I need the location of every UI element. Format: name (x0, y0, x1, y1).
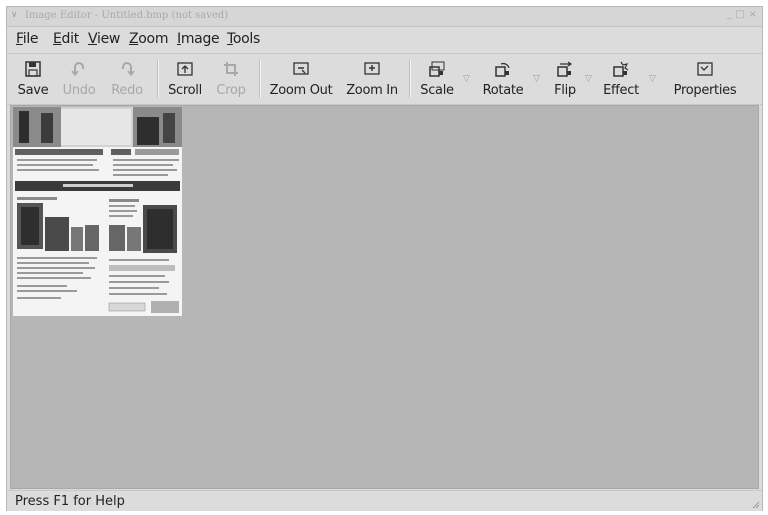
undo-label: Undo (62, 83, 96, 98)
scroll-icon (174, 58, 196, 80)
window-menu-icon[interactable]: ∨ (11, 10, 18, 20)
menu-file[interactable]: File (16, 31, 39, 47)
undo-button[interactable]: Undo (59, 56, 99, 102)
rotate-dropdown-arrow-icon[interactable]: ▽ (533, 74, 540, 84)
menu-bar: File Edit View Zoom Image Tools (7, 27, 762, 51)
undo-icon (68, 58, 90, 80)
menu-zoom-label: oom (138, 31, 169, 47)
menu-file-label: ile (22, 31, 39, 47)
zoom-out-icon (290, 58, 312, 80)
crop-label: Crop (216, 83, 246, 98)
flip-dropdown-arrow-icon[interactable]: ▽ (585, 74, 592, 84)
effect-label: Effect (603, 83, 639, 98)
redo-button[interactable]: Redo (105, 56, 149, 102)
menu-edit-label: dit (61, 31, 80, 47)
image-canvas[interactable] (10, 105, 759, 489)
scale-icon (426, 58, 448, 80)
effect-button[interactable]: Effect (597, 56, 645, 102)
status-bar: Press F1 for Help (7, 490, 762, 511)
image-editor-window: ∨ Image Editor - Untitled.bmp (not saved… (6, 6, 763, 511)
crop-button[interactable]: Crop (211, 56, 251, 102)
document-thumbnail-image (13, 107, 182, 316)
menu-view[interactable]: View (88, 31, 120, 47)
close-button[interactable]: × (749, 9, 757, 20)
redo-icon (116, 58, 138, 80)
properties-button[interactable]: Properties (667, 56, 743, 102)
rotate-icon (492, 58, 514, 80)
scroll-label: Scroll (168, 83, 202, 98)
menu-tools[interactable]: Tools (227, 31, 260, 47)
menu-view-label: iew (96, 31, 121, 47)
floppy-disk-icon (22, 58, 44, 80)
properties-label: Properties (673, 83, 737, 98)
zoom-in-icon (361, 58, 383, 80)
effect-dropdown-arrow-icon[interactable]: ▽ (649, 74, 656, 84)
save-label: Save (17, 83, 49, 98)
menu-edit[interactable]: Edit (53, 31, 79, 47)
zoom-in-label: Zoom In (346, 83, 398, 98)
scale-button[interactable]: Scale (415, 56, 459, 102)
menu-zoom[interactable]: Zoom (129, 31, 168, 47)
rotate-label: Rotate (482, 83, 524, 98)
flip-button[interactable]: Flip (547, 56, 583, 102)
rotate-button[interactable]: Rotate (477, 56, 529, 102)
flip-label: Flip (554, 83, 576, 98)
effect-icon (610, 58, 632, 80)
menu-view-mnemonic: V (88, 31, 97, 47)
properties-icon (694, 58, 716, 80)
maximize-button[interactable]: □ (736, 9, 745, 20)
title-bar: ∨ Image Editor - Untitled.bmp (not saved… (7, 7, 762, 27)
resize-grip-icon[interactable] (750, 499, 760, 509)
zoom-out-button[interactable]: Zoom Out (266, 56, 336, 102)
scroll-button[interactable]: Scroll (163, 56, 207, 102)
toolbar-separator (259, 60, 261, 98)
toolbar-separator (157, 60, 159, 98)
zoom-in-button[interactable]: Zoom In (342, 56, 402, 102)
toolbar-separator (409, 60, 411, 98)
menu-image[interactable]: Image (177, 31, 220, 47)
status-text: Press F1 for Help (15, 494, 125, 509)
menu-image-label: mage (180, 31, 220, 47)
redo-label: Redo (111, 83, 143, 98)
menu-zoom-mnemonic: Z (129, 31, 139, 47)
scale-label: Scale (420, 83, 454, 98)
menu-file-mnemonic: F (16, 31, 23, 47)
flip-icon (554, 58, 576, 80)
window-title: Image Editor - Untitled.bmp (not saved) (25, 10, 229, 21)
toolbar: Save Undo Redo Scroll Crop Zoom Out Zoom… (7, 53, 762, 105)
save-button[interactable]: Save (13, 56, 53, 102)
menu-tools-label: ools (232, 31, 260, 47)
minimize-button[interactable]: _ (727, 9, 732, 20)
menu-edit-mnemonic: E (53, 31, 62, 47)
scale-dropdown-arrow-icon[interactable]: ▽ (463, 74, 470, 84)
zoom-out-label: Zoom Out (269, 83, 333, 98)
crop-icon (220, 58, 242, 80)
